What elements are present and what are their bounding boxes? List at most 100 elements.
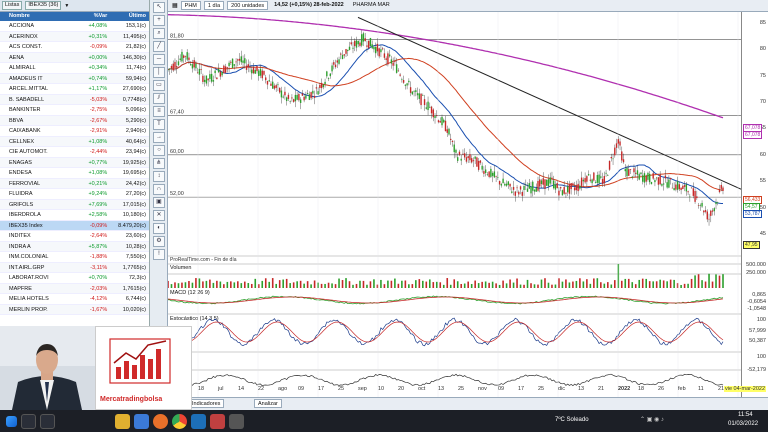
lock-icon[interactable]: ▣	[153, 197, 165, 208]
candle-body	[191, 64, 194, 69]
list-item[interactable]: ACERINOX +0,31% 11,495(c)	[0, 31, 149, 42]
volume-bar	[177, 283, 180, 288]
volume-panel-label-text: Volumen	[170, 265, 191, 271]
list-item[interactable]: ENAGAS +0,77% 19,925(c)	[0, 157, 149, 168]
candle-body	[296, 94, 298, 100]
measure-icon[interactable]: ↕	[153, 171, 165, 182]
candle-body	[610, 156, 613, 159]
firefox-icon[interactable]	[153, 413, 168, 429]
list-item[interactable]: AENA +0,00% 146,30(c)	[0, 52, 149, 63]
alert-icon[interactable]: !	[153, 249, 165, 260]
volume-tick: 500.000	[746, 262, 766, 268]
hline-tool-icon[interactable]: ─	[153, 54, 165, 65]
clock-time[interactable]: 11:54	[738, 412, 753, 418]
list-item[interactable]: ENDESA +1,08% 19,695(c)	[0, 168, 149, 179]
list-item[interactable]: MERLIN PROP. -1,67% 10,020(c)	[0, 304, 149, 315]
candle-body	[607, 175, 609, 176]
company-name: PHARMA MAR	[352, 2, 390, 8]
list-item[interactable]: ARCEL.MITTAL +1,17% 27,690(c)	[0, 84, 149, 95]
color-icon[interactable]: ◐	[153, 223, 165, 234]
text-tool-icon[interactable]: T	[153, 119, 165, 130]
volume-bar	[666, 281, 668, 288]
analyze-button[interactable]: Analizar	[254, 399, 282, 408]
item-name: MAPFRE	[9, 285, 32, 292]
list-item[interactable]: INT.AIRL.GRP -3,11% 1,7765(c)	[0, 262, 149, 273]
list-item[interactable]: INDRA A +5,87% 10,28(c)	[0, 241, 149, 252]
trading-app-icon[interactable]	[191, 413, 206, 429]
magnet-icon[interactable]: ∩	[153, 184, 165, 195]
period-select[interactable]: 1 día	[203, 1, 225, 10]
list-item[interactable]: BBVA -2,67% 5,290(c)	[0, 115, 149, 126]
list-item[interactable]: INM.COLONIAL -1,88% 7,550(c)	[0, 252, 149, 263]
list-item[interactable]: IBERDROLA +2,58% 10,180(c)	[0, 210, 149, 221]
ticker-field[interactable]: PHM	[180, 1, 201, 10]
list-item[interactable]: FLUIDRA +9,24% 27,20(c)	[0, 189, 149, 200]
candle-body	[465, 157, 468, 162]
zoom-icon[interactable]: ⌕	[153, 28, 165, 39]
lists-button[interactable]: Listas	[2, 1, 23, 10]
list-item[interactable]: MAPFRE -2,03% 1,7615(c)	[0, 283, 149, 294]
item-change: -2,75%	[89, 107, 108, 113]
item-last: 23,94(c)	[125, 149, 146, 155]
task-view-icon[interactable]	[40, 413, 55, 429]
list-item[interactable]: FERROVIAL +0,21% 24,42(c)	[0, 178, 149, 189]
candle-body	[310, 92, 312, 99]
list-item[interactable]: BANKINTER -2,75% 5,096(c)	[0, 105, 149, 116]
candle-body	[540, 180, 543, 185]
item-change: +0,31%	[88, 33, 108, 40]
ellipse-tool-icon[interactable]: ○	[153, 145, 165, 156]
list-item[interactable]: ALMIRALL +0,34% 11,74(c)	[0, 63, 149, 74]
vline-tool-icon[interactable]: │	[153, 67, 165, 78]
candle-body	[422, 95, 424, 96]
fibonacci-icon[interactable]: ≡	[153, 106, 165, 117]
header-last[interactable]: Último	[109, 12, 149, 21]
header-name[interactable]: Nombre	[0, 12, 76, 21]
channel-tool-icon[interactable]: ⫽	[153, 93, 165, 104]
media-icon[interactable]	[210, 413, 225, 429]
crosshair-icon[interactable]: +	[153, 15, 165, 26]
line-tool-icon[interactable]: ╱	[153, 41, 165, 52]
clock-date[interactable]: 01/03/2022	[728, 421, 758, 427]
settings-icon[interactable]: ⚙	[153, 236, 165, 247]
recorder-icon[interactable]	[229, 413, 244, 429]
header-var[interactable]: %Var	[76, 12, 110, 21]
chevron-down-icon[interactable]: ▼	[64, 3, 69, 9]
store-icon[interactable]	[134, 413, 149, 429]
price-axis[interactable]: 85 80 75 70 65 60 55 50 45 67,078 67,078 56,433 54,5…	[741, 12, 768, 397]
brand-name: Mercatradingbolsa	[100, 396, 163, 403]
rect-tool-icon[interactable]: ▭	[153, 80, 165, 91]
eraser-icon[interactable]: ✕	[153, 210, 165, 221]
chrome-icon[interactable]	[172, 413, 187, 429]
pitchfork-icon[interactable]: ⋔	[153, 158, 165, 169]
candle-body	[425, 107, 428, 109]
list-item[interactable]: INDITEX -2,64% 23,60(c)	[0, 231, 149, 242]
list-selector[interactable]: IBEX35 (36)	[25, 1, 62, 10]
candle-body	[621, 151, 623, 161]
file-explorer-icon[interactable]	[115, 413, 130, 429]
list-item[interactable]: CAIXABANK -2,91% 2,940(c)	[0, 126, 149, 137]
tray-icons[interactable]: ⌃ ▣ ◉ ♪	[640, 416, 664, 423]
list-item[interactable]: ACCIONA +4,08% 153,1(c)	[0, 21, 149, 32]
indicators-button[interactable]: Indicadores	[188, 399, 225, 408]
list-item[interactable]: GRIFOLS +7,69% 17,015(c)	[0, 199, 149, 210]
weather-text[interactable]: 7ºC Soleado	[555, 417, 589, 423]
grid-icon[interactable]: ▦	[172, 2, 178, 9]
list-item[interactable]: AMADEUS IT +0,74% 59,94(c)	[0, 73, 149, 84]
item-name: ARCEL.MITTAL	[9, 86, 49, 92]
list-item[interactable]: CIE AUTOMOT. -2,44% 23,94(c)	[0, 147, 149, 158]
arrow-tool-icon[interactable]: →	[153, 132, 165, 143]
list-item[interactable]: MELIA HOTELS -4,12% 6,744(c)	[0, 294, 149, 305]
cursor-icon[interactable]: ↖	[153, 2, 165, 13]
list-item[interactable]: LABORAT.ROVI +0,70% 72,3(c)	[0, 273, 149, 284]
list-item[interactable]: B. SABADELL -5,03% 0,7748(c)	[0, 94, 149, 105]
search-icon[interactable]	[21, 413, 36, 429]
candle-body	[718, 189, 721, 193]
volume-bar	[209, 279, 211, 288]
list-item[interactable]: IBEX35 Index -0,09% 8.479,20(c)	[0, 220, 149, 231]
units-select[interactable]: 200 unidades	[227, 1, 269, 10]
windows-start-icon[interactable]	[6, 415, 17, 427]
list-item[interactable]: ACS CONST. -0,09% 21,82(c)	[0, 42, 149, 53]
price-chart[interactable]: 81,80 67,40 60,00 52,00 ProRealTime.com - Fi…	[168, 12, 741, 397]
list-item[interactable]: CELLNEX +1,08% 40,64(c)	[0, 136, 149, 147]
candle-body	[596, 175, 599, 183]
